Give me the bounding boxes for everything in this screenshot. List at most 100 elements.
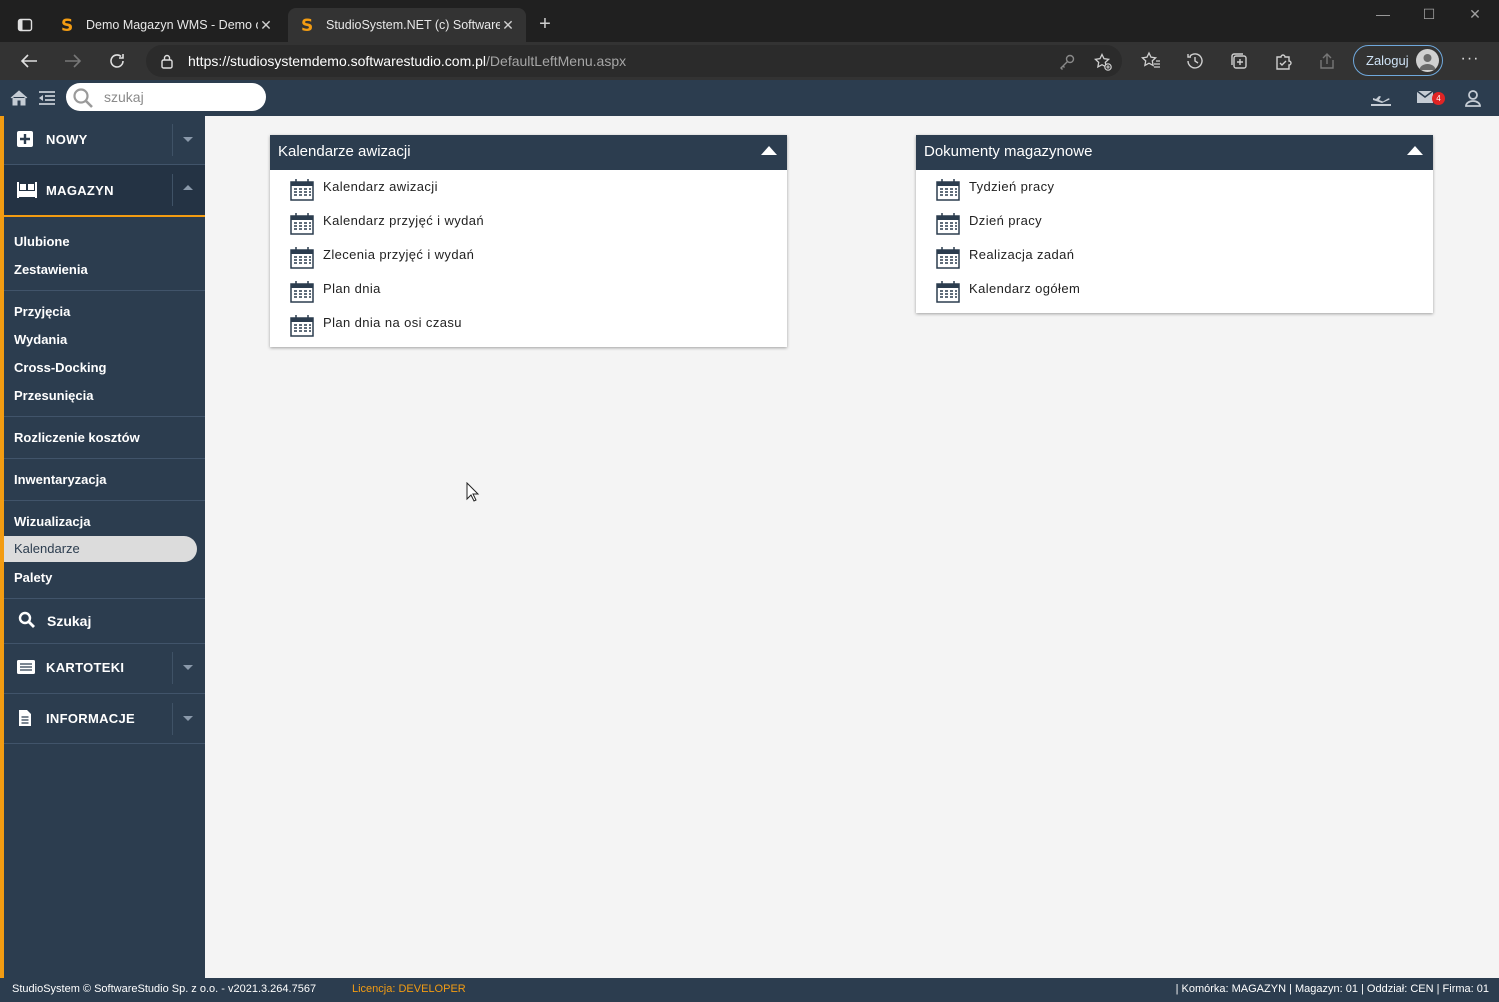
url-host: https://studiosystemdemo.softwarestudio.…	[188, 53, 487, 69]
section-nowy-label: NOWY	[46, 132, 88, 147]
user-icon[interactable]	[1463, 88, 1483, 108]
section-kartoteki-label: KARTOTEKI	[46, 660, 125, 675]
section-szukaj-label: Szukaj	[47, 613, 92, 629]
divider	[4, 458, 205, 459]
list-item-label: Kalendarz ogółem	[969, 281, 1081, 296]
close-tab-icon[interactable]: ✕	[258, 17, 274, 34]
collapse-triangle-icon[interactable]	[761, 146, 777, 155]
login-button[interactable]: Zaloguj	[1353, 45, 1443, 76]
sidebar-item-wizualizacja[interactable]: Wizualizacja	[14, 514, 90, 529]
calendar-icon	[290, 247, 314, 272]
list-item[interactable]: Realizacja zadań	[916, 239, 1433, 273]
chevron-down-icon[interactable]	[172, 703, 202, 735]
calendar-icon	[936, 281, 960, 306]
sidebar-item-wydania[interactable]: Wydania	[14, 332, 67, 347]
chevron-up-icon[interactable]	[172, 174, 202, 206]
list-item-label: Realizacja zadań	[969, 247, 1075, 262]
section-magazyn[interactable]: MAGAZYN	[4, 165, 205, 215]
svg-text:S: S	[61, 16, 73, 34]
home-icon[interactable]	[9, 88, 29, 108]
section-magazyn-label: MAGAZYN	[46, 183, 114, 198]
history-icon[interactable]	[1185, 51, 1205, 71]
sidebar-item-rozliczenie-kosztow[interactable]: Rozliczenie kosztów	[14, 430, 140, 445]
sidebar-item-przyjecia[interactable]: Przyjęcia	[14, 304, 70, 319]
list-item-label: Dzień pracy	[969, 213, 1043, 228]
chevron-down-icon[interactable]	[172, 652, 202, 684]
sidebar-item-cross-docking[interactable]: Cross-Docking	[14, 360, 106, 375]
minimize-icon[interactable]: —	[1368, 6, 1398, 28]
list-item-label: Plan dnia	[323, 281, 381, 296]
plus-square-icon	[16, 130, 34, 151]
key-icon[interactable]	[1058, 53, 1076, 71]
search-box[interactable]	[66, 83, 266, 111]
divider	[4, 743, 205, 744]
url-path: /DefaultLeftMenu.aspx	[486, 53, 627, 69]
status-bar: StudioSystem © SoftwareStudio Sp. z o.o.…	[0, 978, 1499, 1002]
browser-tab-demo-magazyn[interactable]: S Demo Magazyn WMS - Demo or ✕	[48, 8, 284, 42]
browser-tab-bar: S Demo Magazyn WMS - Demo or ✕ S StudioS…	[0, 0, 1499, 42]
list-item-label: Plan dnia na osi czasu	[323, 315, 462, 330]
tab-title: StudioSystem.NET (c) SoftwareSt	[326, 18, 500, 32]
calendar-icon	[936, 247, 960, 272]
list-item[interactable]: Kalendarz awizacji	[270, 171, 787, 205]
forward-icon[interactable]	[61, 50, 85, 72]
list-item[interactable]: Plan dnia	[270, 273, 787, 307]
browser-tab-studiosystem[interactable]: S StudioSystem.NET (c) SoftwareSt ✕	[288, 8, 526, 42]
more-options-icon[interactable]: ···	[1460, 50, 1480, 68]
list-item[interactable]: Tydzień pracy	[916, 171, 1433, 205]
context-info: | Komórka: MAGAZYN | Magazyn: 01 | Oddzi…	[1175, 983, 1489, 995]
back-icon[interactable]	[17, 50, 41, 72]
sidebar-item-zestawienia[interactable]: Zestawienia	[14, 262, 88, 277]
section-kartoteki[interactable]: KARTOTEKI	[4, 644, 205, 694]
mail-count-badge: 4	[1432, 92, 1445, 105]
refresh-icon[interactable]	[105, 50, 129, 72]
list-item[interactable]: Kalendarz ogółem	[916, 273, 1433, 307]
list-item[interactable]: Dzień pracy	[916, 205, 1433, 239]
address-bar[interactable]: https://studiosystemdemo.softwarestudio.…	[146, 45, 1122, 77]
list-item-label: Zlecenia przyjęć i wydań	[323, 247, 475, 262]
sidebar-item-przesuniecia[interactable]: Przesunięcia	[14, 388, 94, 403]
tab-actions-icon[interactable]	[14, 14, 36, 36]
divider	[4, 500, 205, 501]
new-tab-icon[interactable]: +	[534, 14, 556, 36]
card-file-icon	[16, 659, 36, 678]
document-icon	[18, 709, 32, 730]
list-item[interactable]: Zlecenia przyjęć i wydań	[270, 239, 787, 273]
section-informacje[interactable]: INFORMACJE	[4, 694, 205, 744]
extensions-icon[interactable]	[1273, 51, 1293, 71]
tab-title: Demo Magazyn WMS - Demo or	[86, 18, 258, 32]
sidebar-item-inwentaryzacja[interactable]: Inwentaryzacja	[14, 472, 107, 487]
favorites-icon[interactable]	[1140, 51, 1161, 71]
browser-nav-bar: https://studiosystemdemo.softwarestudio.…	[0, 42, 1499, 80]
left-sidebar: NOWY MAGAZYN Ulubione Zestawienia Przyję…	[0, 116, 205, 978]
add-favorite-icon[interactable]	[1093, 52, 1112, 71]
panel-header[interactable]: Dokumenty magazynowe	[916, 135, 1433, 170]
departures-icon[interactable]	[1370, 88, 1391, 108]
divider	[4, 290, 205, 291]
list-item-label: Kalendarz przyjęć i wydań	[323, 213, 485, 228]
main-content: Kalendarze awizacji Kalendarz awizacji K…	[205, 116, 1499, 978]
sidebar-item-kalendarze[interactable]: Kalendarze	[4, 536, 197, 562]
collapse-menu-icon[interactable]	[37, 88, 57, 108]
section-szukaj[interactable]: Szukaj	[4, 599, 205, 643]
sidebar-item-ulubione[interactable]: Ulubione	[14, 234, 70, 249]
maximize-icon[interactable]: ☐	[1414, 6, 1444, 28]
list-item[interactable]: Kalendarz przyjęć i wydań	[270, 205, 787, 239]
search-input[interactable]	[104, 88, 254, 106]
calendar-icon	[290, 315, 314, 340]
chevron-down-icon[interactable]	[172, 124, 202, 156]
close-tab-icon[interactable]: ✕	[500, 17, 516, 34]
collections-icon[interactable]	[1229, 51, 1249, 71]
lock-icon[interactable]	[160, 53, 174, 74]
section-nowy[interactable]: NOWY	[4, 116, 205, 164]
collapse-triangle-icon[interactable]	[1407, 146, 1423, 155]
sidebar-item-palety[interactable]: Palety	[14, 570, 52, 585]
warehouse-icon	[16, 181, 38, 202]
share-icon[interactable]	[1317, 51, 1337, 71]
list-item[interactable]: Plan dnia na osi czasu	[270, 307, 787, 341]
close-window-icon[interactable]: ✕	[1460, 6, 1490, 28]
list-item-label: Tydzień pracy	[969, 179, 1055, 194]
panel-title: Dokumenty magazynowe	[924, 143, 1093, 160]
panel-header[interactable]: Kalendarze awizacji	[270, 135, 787, 170]
license-value: DEVELOPER	[398, 983, 466, 995]
